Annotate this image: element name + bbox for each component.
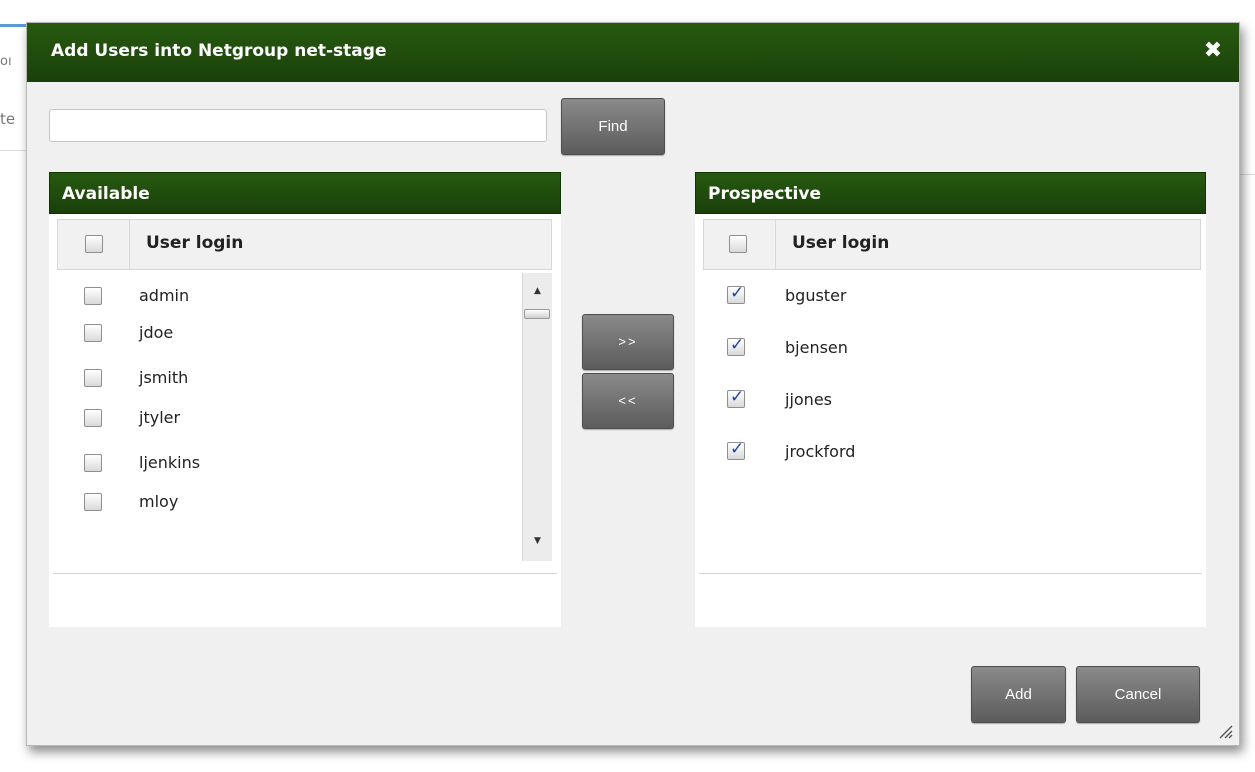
add-users-dialog: Add Users into Netgroup net-stage ✖ Find… [26, 22, 1240, 746]
row-checkbox[interactable] [84, 454, 102, 472]
user-login-label: mloy [139, 492, 179, 511]
cancel-button[interactable]: Cancel [1076, 666, 1200, 723]
available-column-header: User login [57, 219, 552, 270]
available-panel-divider [53, 573, 557, 574]
user-login-label: admin [139, 286, 190, 305]
background-divider [0, 150, 26, 151]
row-checkbox[interactable] [727, 387, 745, 408]
user-login-label: jjones [785, 390, 832, 409]
available-select-all-cell [58, 220, 130, 269]
list-item[interactable]: jsmith [49, 359, 561, 399]
dialog-titlebar[interactable]: Add Users into Netgroup net-stage ✖ [27, 23, 1239, 82]
list-item[interactable]: bguster [695, 276, 1206, 316]
list-item[interactable]: jdoe [49, 314, 561, 354]
user-login-label: bjensen [785, 338, 848, 357]
dialog-title: Add Users into Netgroup net-stage [51, 41, 387, 61]
background-accent-line [0, 24, 26, 27]
list-item[interactable]: ljenkins [49, 444, 561, 484]
scroll-thumb[interactable] [524, 309, 550, 319]
prospective-select-all-checkbox[interactable] [729, 235, 747, 253]
available-scrollbar[interactable]: ▲ ▼ [522, 273, 552, 561]
prospective-panel: Prospective User login bguster bjensen jjo… [695, 172, 1206, 627]
available-panel-header: Available [49, 172, 561, 214]
search-input[interactable] [49, 109, 547, 142]
move-right-button[interactable]: >> [582, 314, 674, 370]
find-button[interactable]: Find [561, 98, 665, 155]
close-icon[interactable]: ✖ [1201, 39, 1225, 63]
row-checkbox[interactable] [84, 324, 102, 342]
row-checkbox[interactable] [84, 409, 102, 427]
available-panel: Available User login admin jdoe jsmith jtyl… [49, 172, 561, 627]
add-button[interactable]: Add [971, 666, 1066, 723]
user-login-label: jtyler [139, 408, 181, 427]
row-checkbox[interactable] [727, 335, 745, 356]
prospective-panel-header: Prospective [695, 172, 1206, 214]
row-checkbox[interactable] [84, 369, 102, 387]
scroll-down-icon[interactable]: ▼ [523, 531, 552, 551]
list-item[interactable]: bjensen [695, 328, 1206, 368]
resize-grip-icon[interactable] [1217, 723, 1233, 739]
user-login-label: jdoe [139, 323, 174, 342]
user-login-label: jrockford [785, 442, 856, 461]
user-login-label: bguster [785, 286, 847, 305]
row-checkbox[interactable] [727, 439, 745, 460]
row-checkbox[interactable] [84, 287, 102, 305]
list-item[interactable]: jjones [695, 380, 1206, 420]
prospective-select-all-cell [704, 220, 776, 269]
scroll-up-icon[interactable]: ▲ [523, 281, 552, 301]
prospective-column-header: User login [703, 219, 1201, 270]
prospective-column-title: User login [792, 233, 890, 253]
user-login-label: ljenkins [139, 453, 201, 472]
list-item[interactable]: jtyler [49, 399, 561, 439]
prospective-panel-divider [699, 573, 1202, 574]
background-text-fragment: oı [0, 54, 12, 69]
list-item[interactable]: jrockford [695, 432, 1206, 472]
move-left-button[interactable]: << [582, 373, 674, 429]
available-select-all-checkbox[interactable] [85, 235, 103, 253]
user-login-label: jsmith [139, 368, 189, 387]
list-item[interactable]: admin [49, 277, 561, 317]
row-checkbox[interactable] [727, 283, 745, 304]
available-column-title: User login [146, 233, 244, 253]
list-item[interactable]: mloy [49, 483, 561, 523]
row-checkbox[interactable] [84, 493, 102, 511]
background-text-fragment: te [0, 110, 16, 128]
